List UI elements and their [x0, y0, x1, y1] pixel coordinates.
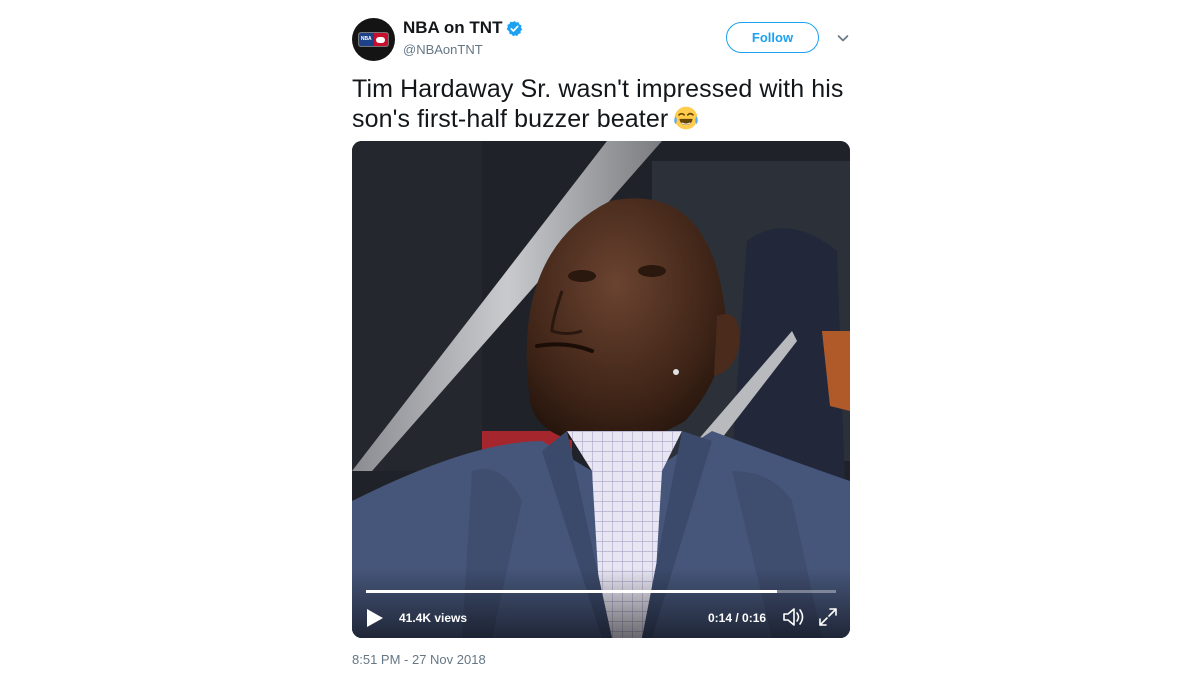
controls-overlay	[352, 568, 850, 638]
face-with-tears-of-joy-icon	[674, 106, 699, 130]
tweet-timestamp[interactable]: 8:51 PM - 27 Nov 2018	[352, 652, 486, 667]
tweet-card: NBA NBA on TNT @NBAonTNT Follow Tim Hard…	[352, 14, 850, 667]
author-info: NBA on TNT @NBAonTNT	[403, 18, 523, 57]
progress-bar[interactable]	[366, 590, 836, 593]
display-name[interactable]: NBA on TNT	[403, 18, 502, 38]
play-icon[interactable]	[366, 608, 384, 628]
volume-icon[interactable]	[782, 606, 806, 628]
fullscreen-icon[interactable]	[818, 607, 838, 627]
tweet-header: NBA NBA on TNT @NBAonTNT Follow	[352, 14, 850, 64]
progress-fill	[366, 590, 778, 593]
view-count: 41.4K views	[399, 611, 468, 625]
avatar[interactable]: NBA	[352, 18, 395, 61]
nba-tnt-logo-icon: NBA	[359, 33, 388, 46]
follow-button[interactable]: Follow	[726, 22, 819, 53]
video-frame	[352, 141, 850, 638]
tweet-text-content: Tim Hardaway Sr. wasn't impressed with h…	[352, 75, 844, 133]
verified-badge-icon	[507, 20, 523, 36]
chevron-down-icon[interactable]	[836, 31, 850, 45]
time-display: 0:14 / 0:16	[708, 611, 767, 625]
tweet-text: Tim Hardaway Sr. wasn't impressed with h…	[352, 74, 850, 134]
video-player[interactable]: 41.4K views 0:14 / 0:16	[352, 141, 850, 638]
handle[interactable]: @NBAonTNT	[403, 42, 523, 57]
